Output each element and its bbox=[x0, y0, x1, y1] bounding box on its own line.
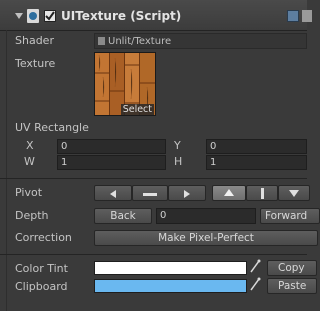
shader-label: Shader bbox=[15, 34, 54, 47]
pivot-left-button[interactable] bbox=[94, 185, 132, 201]
texture-select-button[interactable]: Select bbox=[120, 104, 154, 115]
uv-rectangle-label: UV Rectangle bbox=[15, 121, 89, 134]
uv-h-label: H bbox=[174, 155, 183, 168]
triangle-down-icon[interactable] bbox=[15, 13, 23, 19]
paste-button[interactable]: Paste bbox=[267, 278, 317, 294]
arrow-down-icon bbox=[289, 190, 299, 197]
pivot-bottom-button[interactable] bbox=[278, 185, 310, 201]
copy-button[interactable]: Copy bbox=[267, 260, 317, 276]
shader-value: Unlit/Texture bbox=[108, 36, 172, 47]
depth-value-field[interactable]: 0 bbox=[156, 208, 256, 224]
pivot-label: Pivot bbox=[15, 186, 43, 199]
color-tint-label: Color Tint bbox=[15, 262, 68, 275]
enabled-checkbox[interactable] bbox=[44, 10, 56, 22]
pivot-top-button[interactable] bbox=[212, 185, 246, 201]
texture-preview[interactable]: Select bbox=[94, 52, 156, 116]
section-divider-2 bbox=[0, 254, 307, 255]
uv-x-label: X bbox=[26, 139, 34, 152]
uv-x-field[interactable]: 0 bbox=[57, 139, 166, 154]
uv-y-field[interactable]: 0 bbox=[206, 139, 307, 154]
uv-y-label: Y bbox=[174, 139, 181, 152]
pivot-middle-button[interactable] bbox=[246, 185, 278, 201]
uv-w-field[interactable]: 1 bbox=[57, 155, 166, 170]
correction-label: Correction bbox=[15, 231, 72, 244]
texture-label: Texture bbox=[15, 57, 56, 70]
component-title: UITexture (Script) bbox=[61, 9, 182, 23]
inspector-gutter bbox=[6, 30, 7, 311]
pivot-center-button[interactable] bbox=[132, 185, 168, 201]
pivot-right-button[interactable] bbox=[168, 185, 206, 201]
color-tint-swatch[interactable] bbox=[94, 261, 247, 275]
center-bar-icon bbox=[143, 193, 157, 196]
arrow-up-icon bbox=[224, 189, 234, 196]
help-icon[interactable] bbox=[287, 10, 299, 22]
depth-label: Depth bbox=[15, 209, 49, 222]
uv-w-label: W bbox=[24, 155, 35, 168]
middle-bar-icon bbox=[260, 188, 264, 199]
clipboard-label: Clipboard bbox=[15, 280, 68, 293]
depth-back-button[interactable]: Back bbox=[94, 208, 152, 224]
make-pixel-perfect-button[interactable]: Make Pixel-Perfect bbox=[94, 230, 318, 246]
depth-forward-button[interactable]: Forward bbox=[260, 208, 320, 224]
shader-icon bbox=[98, 37, 105, 45]
arrow-left-icon bbox=[110, 190, 116, 198]
shader-field[interactable]: Unlit/Texture bbox=[94, 33, 307, 49]
script-icon bbox=[27, 9, 39, 23]
eyedropper-icon[interactable] bbox=[249, 259, 261, 273]
eyedropper-icon[interactable] bbox=[249, 277, 261, 291]
clipboard-swatch[interactable] bbox=[94, 279, 247, 293]
settings-icon[interactable] bbox=[302, 10, 312, 22]
section-divider bbox=[0, 178, 307, 179]
uv-h-field[interactable]: 1 bbox=[206, 155, 307, 170]
arrow-right-icon bbox=[184, 190, 190, 198]
